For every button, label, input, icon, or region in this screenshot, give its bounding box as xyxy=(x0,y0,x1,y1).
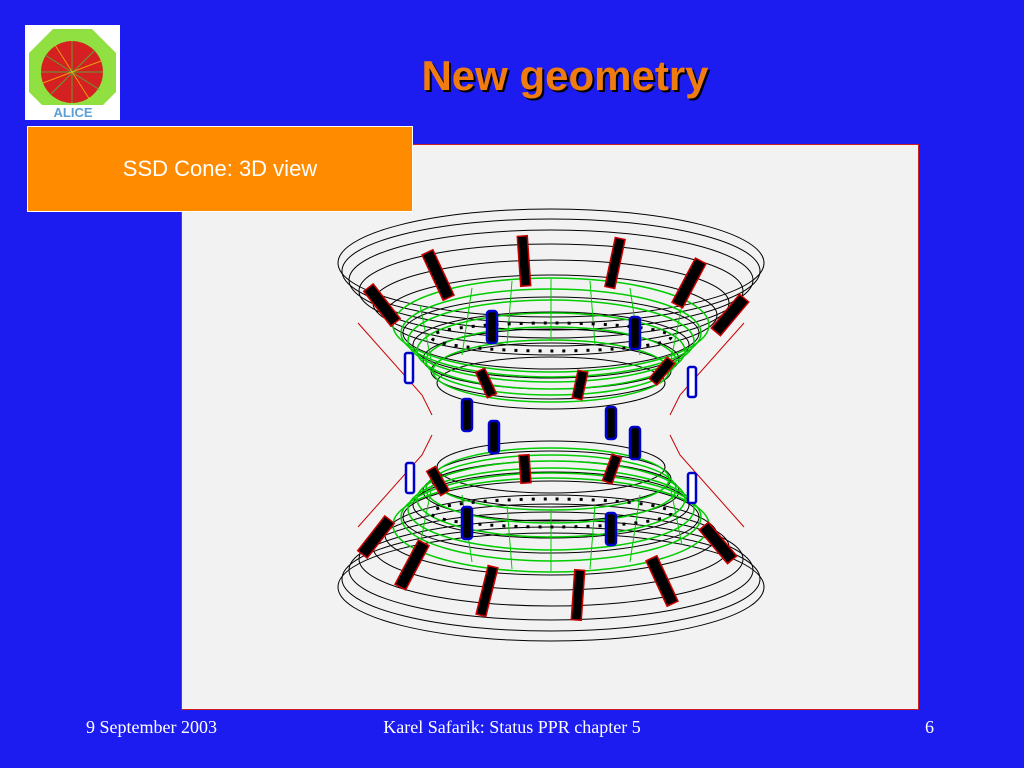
alice-logo: ALICE xyxy=(25,25,120,120)
logo-text: ALICE xyxy=(54,105,93,120)
caption-box: SSD Cone: 3D view xyxy=(27,126,413,212)
cone-drawing xyxy=(337,208,765,642)
ssd-cone-3d-figure xyxy=(181,144,919,710)
slide-title: New geometry xyxy=(421,52,709,99)
footer-title: Karel Safarik: Status PPR chapter 5 xyxy=(383,717,641,737)
page-number: 6 xyxy=(925,717,934,737)
caption-text: SSD Cone: 3D view xyxy=(122,156,318,181)
